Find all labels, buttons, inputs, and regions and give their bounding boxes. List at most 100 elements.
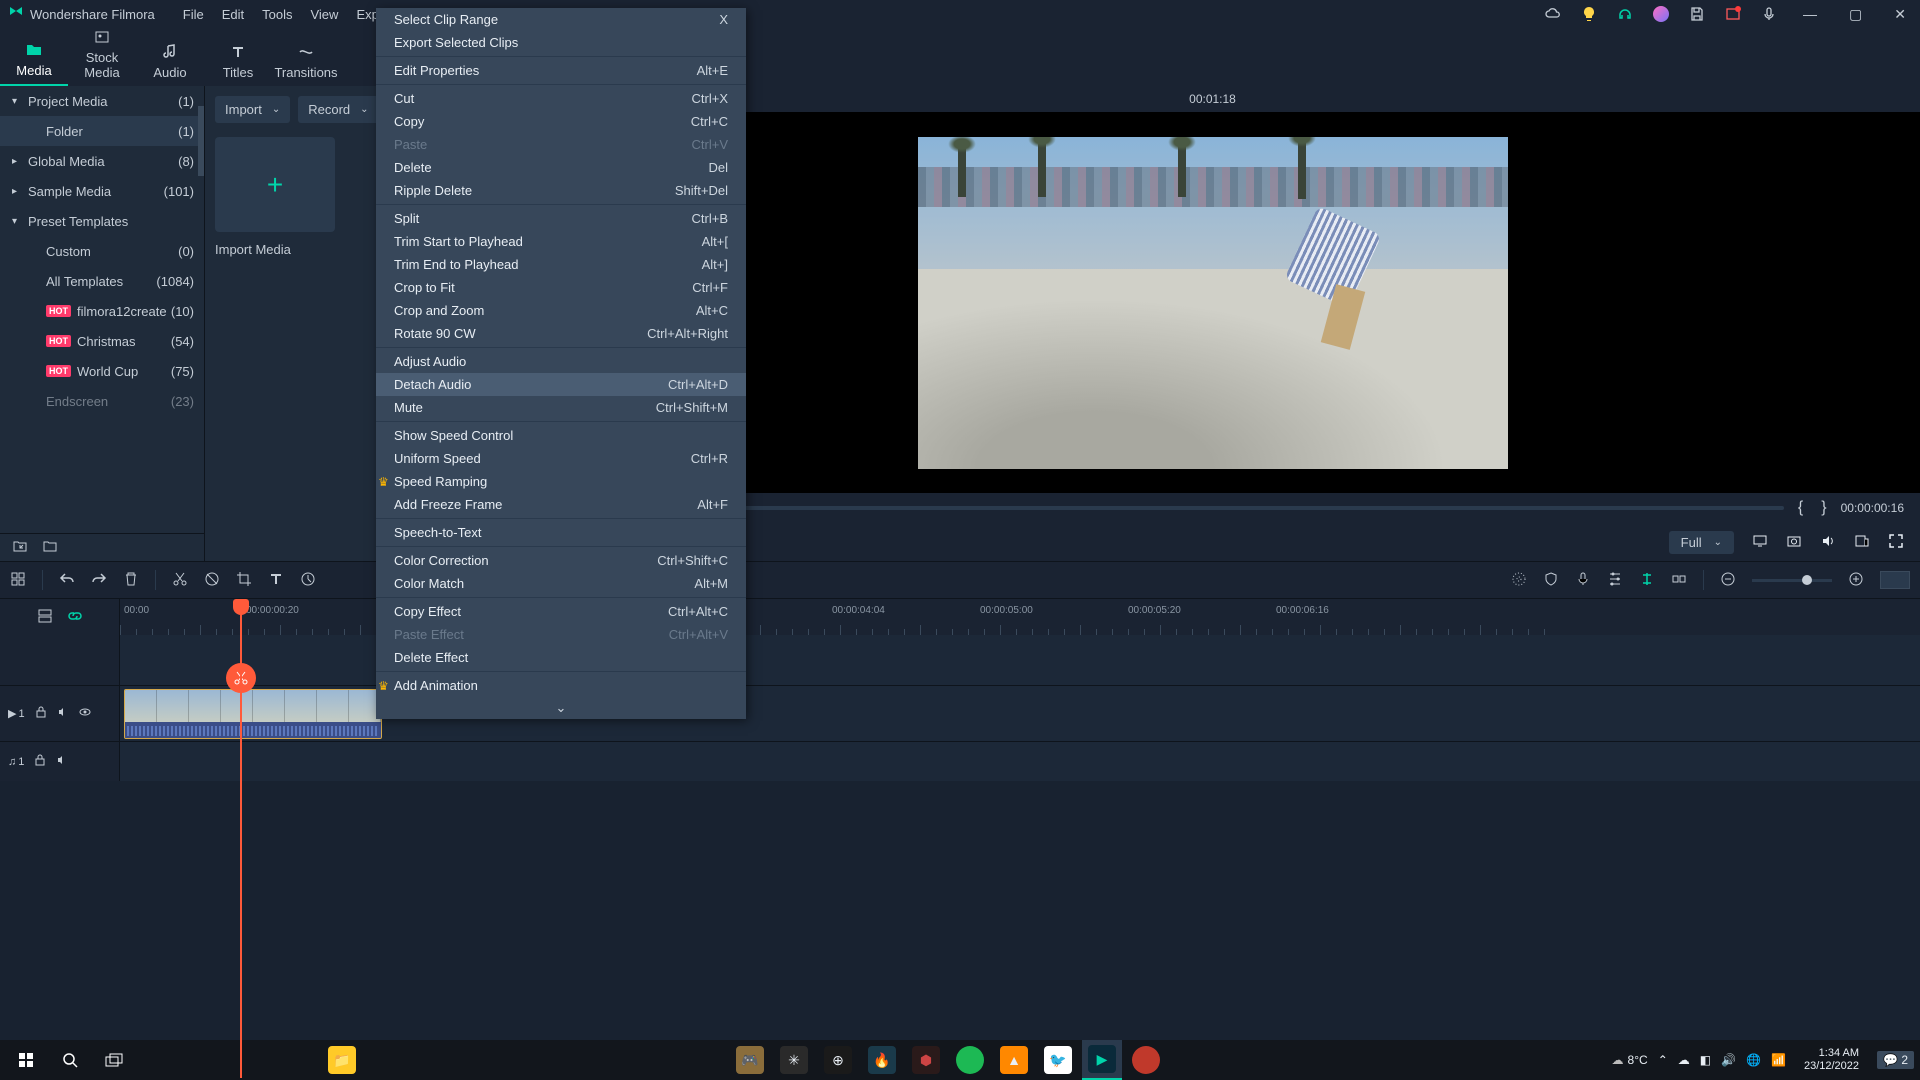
ctx-color-correction[interactable]: Color CorrectionCtrl+Shift+C xyxy=(376,549,746,572)
split-tool-icon[interactable] xyxy=(172,571,188,590)
tray-network-icon[interactable]: 🌐 xyxy=(1746,1053,1761,1067)
mixer-icon[interactable] xyxy=(1607,571,1623,590)
text-tool-icon[interactable] xyxy=(268,571,284,590)
ctx-add-animation[interactable]: ♛Add Animation xyxy=(376,674,746,697)
zoom-in-icon[interactable] xyxy=(1848,571,1864,590)
ctx-ripple-delete[interactable]: Ripple DeleteShift+Del xyxy=(376,179,746,202)
ctx-copy[interactable]: CopyCtrl+C xyxy=(376,110,746,133)
ctx-crop-fit[interactable]: Crop to FitCtrl+F xyxy=(376,276,746,299)
close-button[interactable]: ✕ xyxy=(1888,6,1912,23)
account-avatar-icon[interactable] xyxy=(1653,6,1669,22)
ctx-more-chevron-icon[interactable]: ⌄ xyxy=(376,697,746,719)
display-settings-icon[interactable] xyxy=(1752,533,1768,552)
task-view-button[interactable] xyxy=(94,1040,134,1080)
ctx-edit-properties[interactable]: Edit PropertiesAlt+E xyxy=(376,59,746,82)
delete-tool-icon[interactable] xyxy=(123,571,139,590)
voiceover-icon[interactable] xyxy=(1575,571,1591,590)
ctx-adjust-audio[interactable]: Adjust Audio xyxy=(376,350,746,373)
ai-tool-icon[interactable] xyxy=(1511,571,1527,590)
tab-audio[interactable]: Audio xyxy=(136,43,204,86)
sidebar-filmora12create[interactable]: HOTfilmora12create(10) xyxy=(0,296,204,326)
tab-stock-media[interactable]: Stock Media xyxy=(68,28,136,86)
tips-icon[interactable] xyxy=(1581,6,1597,22)
import-media-card[interactable]: + xyxy=(215,137,335,232)
tab-media[interactable]: Media xyxy=(0,41,68,86)
menu-file[interactable]: File xyxy=(183,7,204,22)
snapshot-icon[interactable] xyxy=(1786,533,1802,552)
zoom-slider[interactable] xyxy=(1752,579,1832,582)
microphone-titlebar-icon[interactable] xyxy=(1761,6,1777,22)
new-folder-icon[interactable] xyxy=(42,538,58,557)
sidebar-folder[interactable]: Folder(1) xyxy=(0,116,204,146)
ctx-trim-start[interactable]: Trim Start to PlayheadAlt+[ xyxy=(376,230,746,253)
import-folder-icon[interactable] xyxy=(12,538,28,557)
ctx-cut[interactable]: CutCtrl+X xyxy=(376,87,746,110)
record-dropdown[interactable]: Record⌄ xyxy=(298,96,378,123)
taskbar-app-3[interactable]: ⊕ xyxy=(818,1040,858,1080)
ctx-speed-ramping[interactable]: ♛Speed Ramping xyxy=(376,470,746,493)
zoom-out-icon[interactable] xyxy=(1720,571,1736,590)
layout-icon[interactable] xyxy=(10,571,26,590)
tray-onedrive-icon[interactable]: ☁ xyxy=(1678,1053,1690,1067)
timeline-clip[interactable] xyxy=(124,689,382,739)
track-lock-icon[interactable] xyxy=(34,754,46,769)
ctx-select-clip-range[interactable]: Select Clip RangeX xyxy=(376,8,746,31)
track-mute-icon[interactable] xyxy=(57,706,69,721)
sidebar-preset-templates[interactable]: ▾Preset Templates xyxy=(0,206,204,236)
tray-wifi-icon[interactable]: 📶 xyxy=(1771,1053,1786,1067)
sidebar-world-cup[interactable]: HOTWorld Cup(75) xyxy=(0,356,204,386)
marker-icon[interactable] xyxy=(1639,571,1655,590)
updates-icon[interactable] xyxy=(1725,6,1741,22)
playhead[interactable] xyxy=(240,599,242,1078)
sidebar-global-media[interactable]: ▸Global Media(8) xyxy=(0,146,204,176)
redo-icon[interactable] xyxy=(91,571,107,590)
headphones-icon[interactable] xyxy=(1617,6,1633,22)
sidebar-scrollbar[interactable] xyxy=(198,106,204,176)
ctx-freeze-frame[interactable]: Add Freeze FrameAlt+F xyxy=(376,493,746,516)
snap-icon[interactable] xyxy=(1671,571,1687,590)
tray-notifications[interactable]: 💬 2 xyxy=(1877,1051,1914,1069)
mask-tool-icon[interactable] xyxy=(204,571,220,590)
tab-titles[interactable]: Titles xyxy=(204,43,272,86)
speed-tool-icon[interactable] xyxy=(300,571,316,590)
sidebar-project-media[interactable]: ▾Project Media(1) xyxy=(0,86,204,116)
taskbar-app-1[interactable]: 🎮 xyxy=(730,1040,770,1080)
undo-icon[interactable] xyxy=(59,571,75,590)
track-mute-icon[interactable] xyxy=(56,754,68,769)
taskbar-app-spotify[interactable] xyxy=(950,1040,990,1080)
ctx-crop-zoom[interactable]: Crop and ZoomAlt+C xyxy=(376,299,746,322)
export-preview-icon[interactable] xyxy=(1854,533,1870,552)
ctx-detach-audio[interactable]: Detach AudioCtrl+Alt+D xyxy=(376,373,746,396)
sidebar-christmas[interactable]: HOTChristmas(54) xyxy=(0,326,204,356)
link-toggle-icon[interactable] xyxy=(67,608,83,627)
preview-quality-select[interactable]: Full⌄ xyxy=(1669,531,1734,554)
tray-volume-icon[interactable]: 🔊 xyxy=(1721,1053,1736,1067)
minimize-button[interactable]: — xyxy=(1797,6,1823,22)
track-lock-icon[interactable] xyxy=(35,706,47,721)
fullscreen-icon[interactable] xyxy=(1888,533,1904,552)
ctx-trim-end[interactable]: Trim End to PlayheadAlt+] xyxy=(376,253,746,276)
taskbar-app-5[interactable]: ⬢ xyxy=(906,1040,946,1080)
taskbar-app-7[interactable] xyxy=(1126,1040,1166,1080)
ctx-export-selected[interactable]: Export Selected Clips xyxy=(376,31,746,54)
ctx-delete[interactable]: DeleteDel xyxy=(376,156,746,179)
ctx-show-speed[interactable]: Show Speed Control xyxy=(376,424,746,447)
timeline-overview[interactable] xyxy=(1880,571,1910,589)
sidebar-sample-media[interactable]: ▸Sample Media(101) xyxy=(0,176,204,206)
menu-tools[interactable]: Tools xyxy=(262,7,292,22)
ctx-uniform-speed[interactable]: Uniform SpeedCtrl+R xyxy=(376,447,746,470)
menu-view[interactable]: View xyxy=(310,7,338,22)
sidebar-endscreen[interactable]: Endscreen(23) xyxy=(0,386,204,416)
ctx-speech-to-text[interactable]: Speech-to-Text xyxy=(376,521,746,544)
track-visibility-icon[interactable] xyxy=(79,706,91,721)
volume-icon[interactable] xyxy=(1820,533,1836,552)
menu-edit[interactable]: Edit xyxy=(222,7,244,22)
mark-out-button[interactable]: } xyxy=(1817,499,1830,517)
start-button[interactable] xyxy=(6,1040,46,1080)
tray-chevron-icon[interactable]: ⌃ xyxy=(1658,1053,1668,1067)
sidebar-all-templates[interactable]: All Templates(1084) xyxy=(0,266,204,296)
ctx-split[interactable]: SplitCtrl+B xyxy=(376,207,746,230)
ctx-color-match[interactable]: Color MatchAlt+M xyxy=(376,572,746,595)
ctx-delete-effect[interactable]: Delete Effect xyxy=(376,646,746,669)
taskbar-app-filmora[interactable]: ▶ xyxy=(1082,1040,1122,1080)
